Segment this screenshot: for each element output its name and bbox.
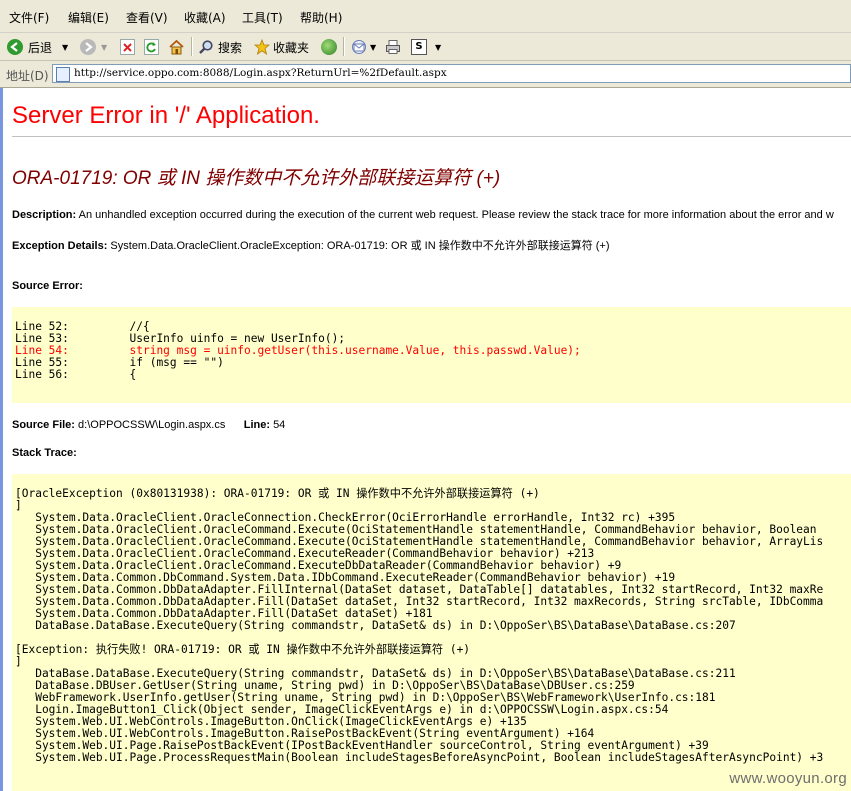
- source-line: Line 55: if (msg == ""): [15, 356, 224, 369]
- star-icon: [254, 39, 270, 55]
- edit-page-icon: S: [411, 39, 427, 55]
- address-url: http://service.oppo.com:8088/Login.aspx?…: [74, 67, 447, 79]
- favorites-label: 收藏夹: [273, 40, 310, 55]
- stack-trace-heading: Stack Trace:: [12, 447, 77, 459]
- mail-dropdown-icon[interactable]: ▼: [370, 43, 376, 52]
- search-button[interactable]: 搜索: [198, 37, 242, 57]
- exception-details: Exception Details: System.Data.OracleCli…: [12, 237, 610, 253]
- menu-tools[interactable]: 工具(T): [242, 9, 283, 26]
- edit-button[interactable]: S ▼: [411, 37, 441, 57]
- page-icon: [56, 67, 70, 82]
- address-input[interactable]: http://service.oppo.com:8088/Login.aspx?…: [52, 64, 851, 83]
- address-bar: 地址(D) http://service.oppo.com:8088/Login…: [0, 61, 851, 88]
- home-icon: [169, 39, 184, 55]
- menu-help[interactable]: 帮助(H): [300, 9, 342, 26]
- toolbar-separator: [191, 37, 193, 56]
- menu-bar: 文件(F) 编辑(E) 查看(V) 收藏(A) 工具(T) 帮助(H): [0, 0, 851, 33]
- forward-button[interactable]: ▼: [80, 37, 107, 57]
- refresh-icon: [144, 39, 159, 55]
- source-file-info: Source File: d:\OPPOCSSW\Login.aspx.cs L…: [12, 419, 285, 431]
- stop-icon: [120, 39, 135, 55]
- search-icon: [199, 40, 213, 54]
- source-error-heading: Source Error:: [12, 280, 83, 292]
- source-line: Line 56: {: [15, 368, 137, 381]
- print-button[interactable]: [385, 37, 401, 57]
- stack-trace-line: [OracleException (0x80131938): ORA-01719…: [15, 487, 540, 500]
- watermark: www.wooyun.org: [729, 770, 847, 787]
- back-button[interactable]: 后退 ▼: [7, 37, 68, 57]
- source-file-label: Source File:: [12, 419, 75, 431]
- stop-button[interactable]: [120, 37, 135, 57]
- line-number: 54: [273, 419, 286, 431]
- search-label: 搜索: [218, 40, 243, 55]
- back-label: 后退: [28, 40, 53, 55]
- exception-text: System.Data.OracleClient.OracleException…: [110, 240, 610, 252]
- stack-trace-line: System.Web.UI.Page.ProcessRequestMain(Bo…: [15, 751, 824, 764]
- source-file-path: d:\OPPOCSSW\Login.aspx.cs: [78, 419, 226, 431]
- menu-edit[interactable]: 编辑(E): [68, 9, 109, 26]
- toolbar-separator: [343, 37, 345, 56]
- menu-view[interactable]: 查看(V): [126, 9, 168, 26]
- forward-arrow-icon: [80, 39, 96, 55]
- page-title: Server Error in '/' Application.: [12, 102, 320, 129]
- page-content: Server Error in '/' Application. ORA-017…: [3, 88, 851, 791]
- stack-trace-label: Stack Trace:: [12, 447, 77, 459]
- error-title: ORA-01719: OR 或 IN 操作数中不允许外部联接运算符 (+): [12, 168, 501, 189]
- back-arrow-icon: [7, 39, 23, 55]
- edit-dropdown-icon[interactable]: ▼: [435, 43, 441, 52]
- mail-icon: [352, 40, 366, 54]
- menu-file[interactable]: 文件(F): [9, 9, 49, 26]
- address-label: 地址(D): [6, 69, 49, 83]
- source-error-label: Source Error:: [12, 280, 83, 292]
- source-error-box: Line 52: //{ Line 53: UserInfo uinfo = n…: [12, 307, 851, 403]
- refresh-button[interactable]: [144, 37, 159, 57]
- favorites-button[interactable]: 收藏夹: [254, 37, 309, 57]
- description: Description: An unhandled exception occu…: [12, 209, 834, 221]
- line-label: Line:: [243, 419, 270, 431]
- toolbar: 后退 ▼ ▼ 搜索 收藏夹 ▼ S ▼: [0, 33, 851, 61]
- menu-favorites[interactable]: 收藏(A): [184, 9, 226, 26]
- media-button[interactable]: [321, 37, 337, 57]
- mail-button[interactable]: ▼: [350, 37, 376, 57]
- description-text: An unhandled exception occurred during t…: [78, 209, 834, 221]
- stack-trace-box: [OracleException (0x80131938): ORA-01719…: [12, 474, 851, 791]
- exception-label: Exception Details:: [12, 240, 108, 252]
- description-label: Description:: [12, 209, 77, 221]
- back-dropdown-icon[interactable]: ▼: [62, 43, 68, 52]
- media-icon: [321, 39, 337, 55]
- printer-icon: [386, 40, 400, 54]
- forward-dropdown-icon[interactable]: ▼: [101, 43, 107, 52]
- stack-trace-line: [Exception: 执行失败! ORA-01719: OR 或 IN 操作数…: [15, 643, 471, 656]
- stack-trace-line: DataBase.DataBase.ExecuteQuery(String co…: [15, 619, 736, 632]
- home-button[interactable]: [168, 37, 185, 57]
- title-divider: [12, 136, 851, 137]
